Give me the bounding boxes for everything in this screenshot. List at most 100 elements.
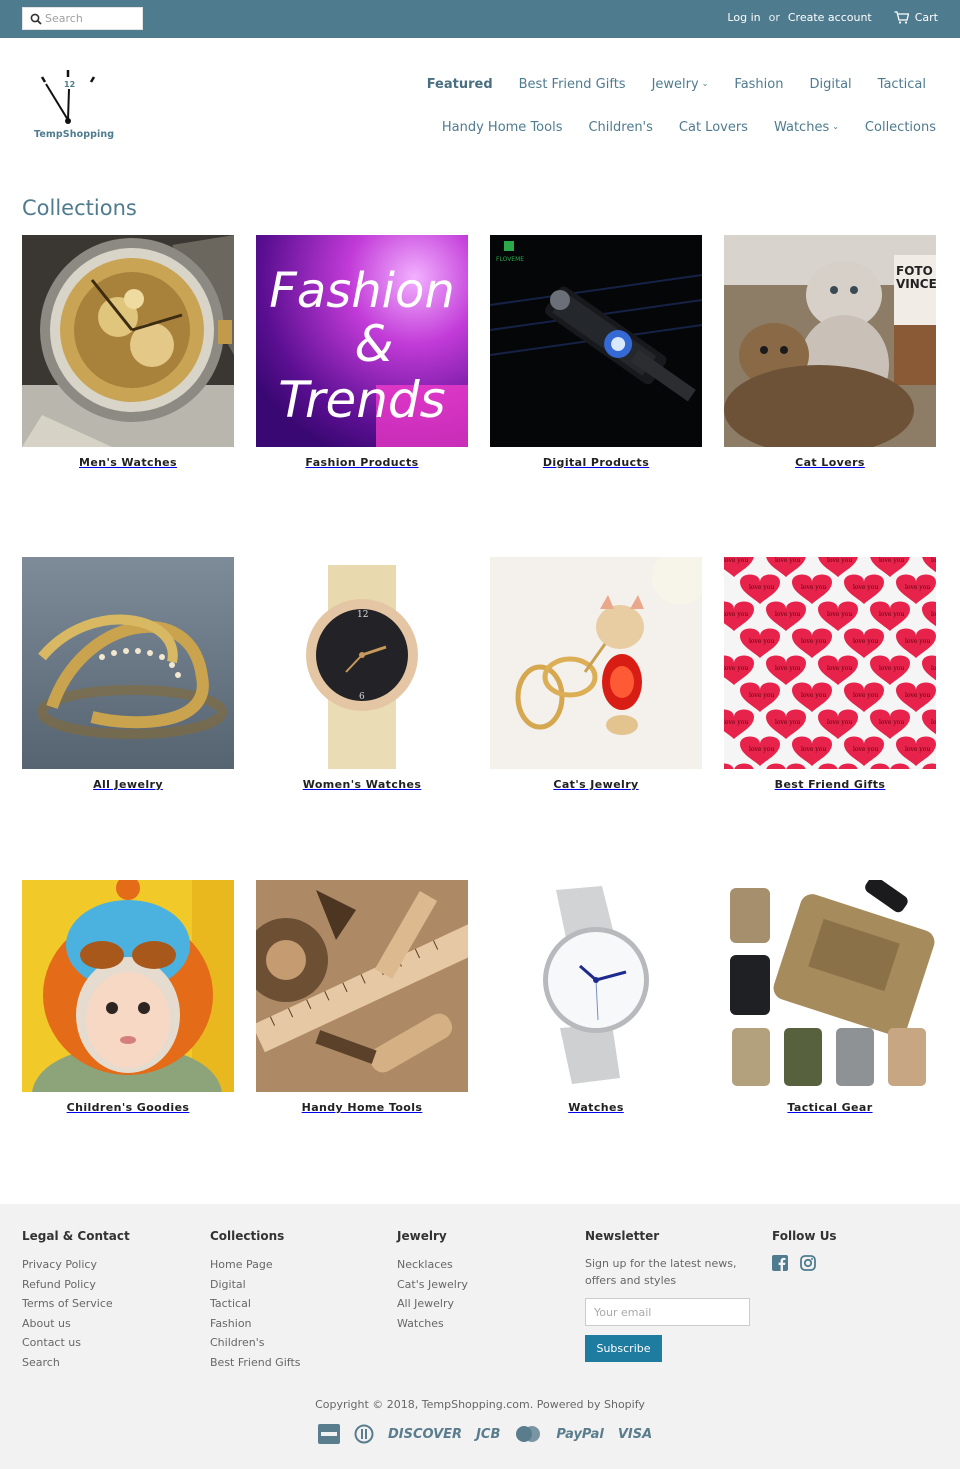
footer-link-home[interactable]: Home Page [210, 1255, 300, 1275]
collection-label: Digital Products [542, 456, 650, 469]
footer-link-privacy[interactable]: Privacy Policy [22, 1255, 130, 1275]
collection-fashion-products[interactable]: Fashion & Trends Fashion Products [256, 235, 468, 469]
social-links [772, 1255, 837, 1278]
image-text: VINCE [896, 277, 936, 291]
collection-cats-jewelry[interactable]: Cat's Jewelry [490, 557, 702, 791]
nav-childrens[interactable]: Children's [588, 120, 652, 135]
search-icon [30, 13, 42, 25]
footer-link-contact[interactable]: Contact us [22, 1333, 130, 1353]
paypal-icon: PayPal [556, 1426, 604, 1442]
footer-link-terms[interactable]: Terms of Service [22, 1294, 130, 1314]
heart-text: love you [827, 665, 852, 672]
heart-text: love you [905, 746, 930, 753]
login-link[interactable]: Log in [727, 11, 760, 24]
heart-text: love you [724, 611, 748, 618]
collection-image [490, 880, 702, 1092]
footer-link-all-jewelry[interactable]: All Jewelry [397, 1294, 468, 1314]
collection-best-friend-gifts[interactable]: love you love you love you love you love you… [724, 557, 936, 791]
collection-tactical-gear[interactable]: Tactical Gear [724, 880, 936, 1114]
nav-watches[interactable]: Watches ⌄ [774, 120, 839, 135]
collection-label: Children's Goodies [66, 1101, 190, 1114]
heart-text: love you [775, 665, 800, 672]
footer-link-fashion[interactable]: Fashion [210, 1314, 300, 1334]
chevron-down-icon: ⌄ [832, 122, 839, 131]
heart-text: love you [749, 584, 774, 591]
collection-digital-products[interactable]: FLOVEME Digital Products [490, 235, 702, 469]
or-text: or [768, 11, 780, 24]
footer-link-childrens[interactable]: Children's [210, 1333, 300, 1353]
collection-label: Best Friend Gifts [774, 778, 886, 791]
create-account-link[interactable]: Create account [788, 11, 872, 24]
collection-image [256, 880, 468, 1092]
page-title: Collections [22, 196, 137, 220]
collection-image [22, 880, 234, 1092]
collection-handy-home-tools[interactable]: Handy Home Tools [256, 880, 468, 1114]
heart-text: love you [905, 692, 930, 699]
heart-text: love you [827, 611, 852, 618]
nav-best-friend-gifts[interactable]: Best Friend Gifts [519, 77, 626, 92]
nav-digital[interactable]: Digital [809, 77, 851, 92]
nav-featured[interactable]: Featured [427, 77, 493, 92]
collection-label: Men's Watches [79, 456, 177, 469]
heart-text: love you [879, 611, 904, 618]
nav-tactical[interactable]: Tactical [878, 77, 926, 92]
heart-text: love you [801, 746, 826, 753]
main-nav-row-1: Featured Best Friend Gifts Jewelry ⌄ Fash… [427, 77, 926, 92]
nav-collections[interactable]: Collections [865, 120, 936, 135]
image-text: Fashion [269, 263, 455, 319]
footer-link-necklaces[interactable]: Necklaces [397, 1255, 468, 1275]
collection-label: All Jewelry [93, 778, 163, 791]
collection-mens-watches[interactable]: Men's Watches [22, 235, 234, 469]
collection-label: Watches [568, 1101, 624, 1114]
collection-childrens-goodies[interactable]: Children's Goodies [22, 880, 234, 1114]
footer-link-watches[interactable]: Watches [397, 1314, 468, 1334]
nav-handy-home-tools[interactable]: Handy Home Tools [442, 120, 563, 135]
main-nav-row-2: Handy Home Tools Children's Cat Lovers W… [442, 120, 936, 135]
nav-fashion[interactable]: Fashion [734, 77, 783, 92]
collection-watches[interactable]: Watches [490, 880, 702, 1114]
heart-text: love you [724, 665, 748, 672]
account-links: Log in or Create account Cart [727, 11, 938, 24]
heart-text: love you [931, 611, 936, 618]
jcb-icon: JCB [476, 1426, 501, 1442]
footer-link-best-friend-gifts[interactable]: Best Friend Gifts [210, 1353, 300, 1373]
facebook-link[interactable] [772, 1255, 788, 1278]
footer-link-search[interactable]: Search [22, 1353, 130, 1373]
nav-cat-lovers[interactable]: Cat Lovers [679, 120, 748, 135]
image-text: FLOVEME [496, 256, 524, 263]
collection-image [22, 557, 234, 769]
heart-text: love you [724, 557, 748, 564]
heart-text: love you [879, 665, 904, 672]
heart-text: love you [827, 557, 852, 564]
heart-text: love you [749, 692, 774, 699]
collection-all-jewelry[interactable]: All Jewelry [22, 557, 234, 791]
collection-cat-lovers[interactable]: FOTO VINCE Cat Lovers [724, 235, 936, 469]
nav-watches-label: Watches [773, 120, 830, 135]
copyright: Copyright © 2018, TempShopping.com. Powe… [315, 1398, 645, 1411]
heart-text: love you [905, 584, 930, 591]
newsletter-email-input[interactable] [585, 1298, 750, 1326]
instagram-link[interactable] [800, 1255, 816, 1278]
heart-text: love you [749, 638, 774, 645]
cart-link[interactable]: Cart [894, 11, 938, 24]
footer-jewelry: Jewelry Necklaces Cat's Jewelry All Jewe… [397, 1229, 468, 1333]
footer-follow: Follow Us [772, 1229, 837, 1278]
collection-womens-watches[interactable]: 12 6 Women's Watches [256, 557, 468, 791]
search-box[interactable] [22, 7, 143, 30]
search-input[interactable] [45, 10, 140, 27]
heart-text: love you [879, 719, 904, 726]
mastercard-icon [516, 1426, 541, 1442]
heart-text: love you [853, 584, 878, 591]
footer-link-cats-jewelry[interactable]: Cat's Jewelry [397, 1275, 468, 1295]
footer-newsletter: Newsletter Sign up for the latest news, … [585, 1229, 750, 1362]
amex-icon [318, 1424, 340, 1444]
nav-jewelry[interactable]: Jewelry ⌄ [652, 77, 709, 92]
subscribe-button[interactable]: Subscribe [585, 1335, 662, 1362]
footer-link-about[interactable]: About us [22, 1314, 130, 1334]
collection-image: 12 6 [256, 557, 468, 769]
collection-label: Cat's Jewelry [553, 778, 639, 791]
footer-link-refund[interactable]: Refund Policy [22, 1275, 130, 1295]
footer-link-digital[interactable]: Digital [210, 1275, 300, 1295]
heart-text: love you [879, 557, 904, 564]
footer-link-tactical[interactable]: Tactical [210, 1294, 300, 1314]
